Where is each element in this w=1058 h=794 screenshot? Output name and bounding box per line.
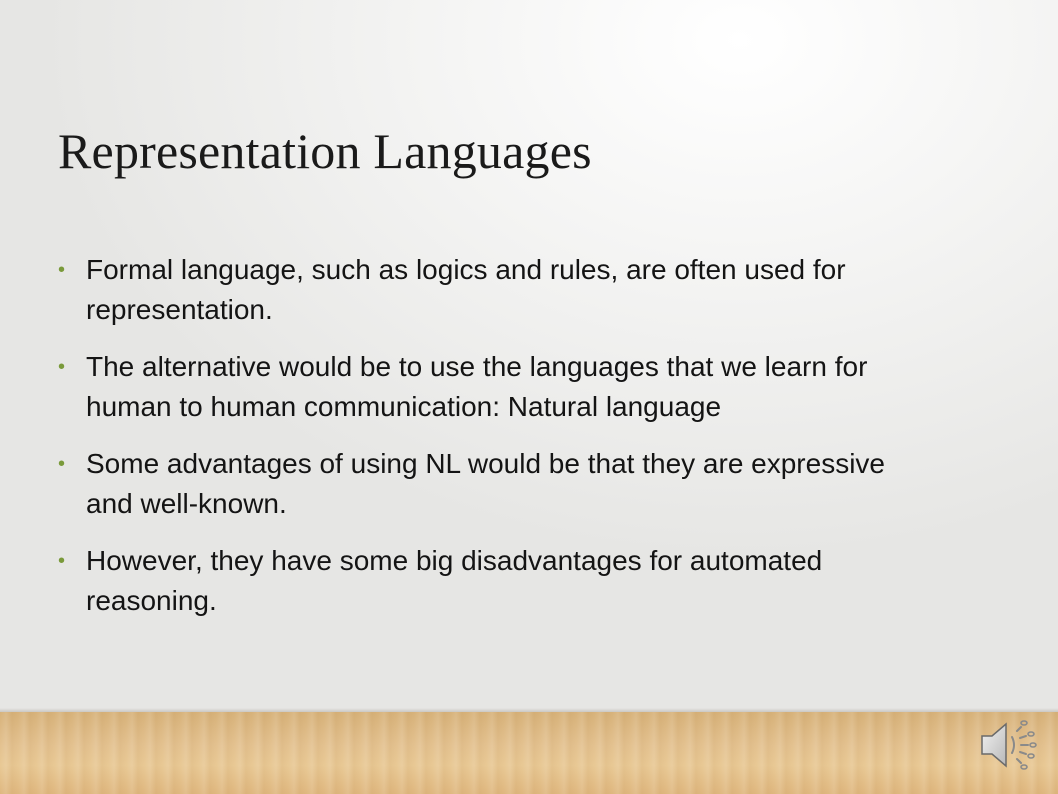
slide: Representation Languages • Formal langua… — [0, 0, 1058, 794]
wooden-floor — [0, 712, 1058, 794]
bullet-marker: • — [58, 356, 66, 378]
bullet-item: • Formal language, such as logics and ru… — [58, 250, 938, 330]
bullet-text: Some advantages of using NL would be tha… — [86, 448, 885, 519]
bullet-item: • However, they have some big disadvanta… — [58, 541, 938, 621]
speaker-icon[interactable] — [976, 712, 1040, 776]
bullet-marker: • — [58, 453, 66, 475]
bullet-marker: • — [58, 550, 66, 572]
bullet-item: • The alternative would be to use the la… — [58, 347, 938, 427]
bullet-marker: • — [58, 259, 66, 281]
slide-title: Representation Languages — [58, 123, 592, 179]
bullet-text: The alternative would be to use the lang… — [86, 351, 868, 422]
bullet-list: • Formal language, such as logics and ru… — [58, 250, 938, 638]
bullet-item: • Some advantages of using NL would be t… — [58, 444, 938, 524]
bullet-text: Formal language, such as logics and rule… — [86, 254, 846, 325]
bullet-text: However, they have some big disadvantage… — [86, 545, 823, 616]
